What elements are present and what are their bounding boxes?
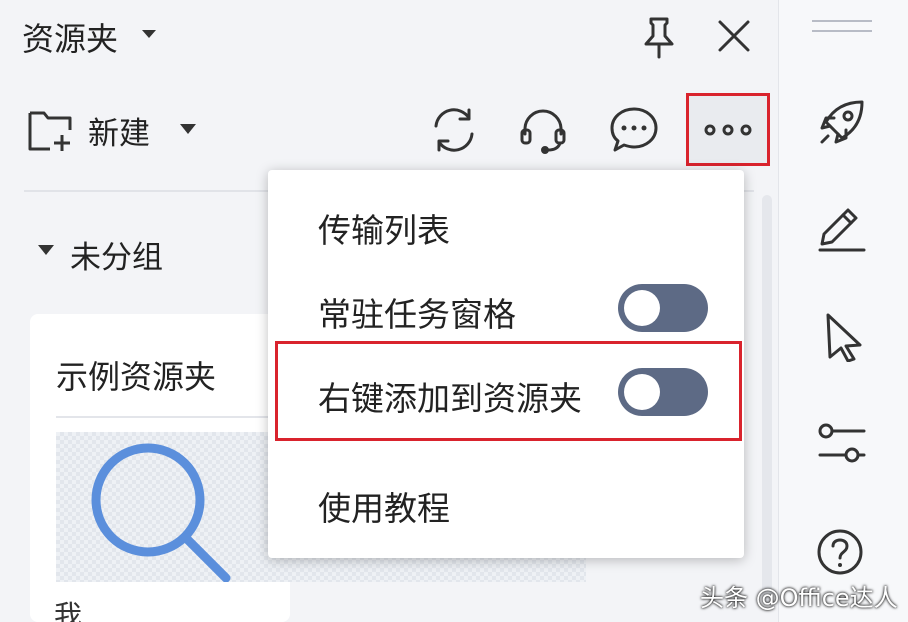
cursor-icon[interactable] [824,312,866,362]
title-dropdown-icon[interactable] [142,30,156,38]
chat-icon[interactable] [608,104,660,156]
panel-title: 资源夹 [22,20,119,58]
drag-handle[interactable] [812,20,872,32]
more-button[interactable] [686,93,770,166]
sliders-icon[interactable] [816,420,868,466]
search-icon [86,432,246,582]
highlight-box [275,341,742,441]
new-button[interactable]: 新建 [88,108,150,153]
group-label[interactable]: 未分组 [70,232,163,277]
more-icon[interactable] [699,116,757,144]
card-title: 示例资源夹 [56,358,217,396]
menu-item-tutorial[interactable]: 使用教程 [318,482,450,530]
pen-icon[interactable] [814,204,868,254]
help-icon[interactable] [816,528,864,576]
card-bottom-text: 我 [54,599,83,622]
group-collapse-icon[interactable] [38,245,54,255]
headset-icon[interactable] [518,104,568,156]
card-divider [56,416,276,418]
pin-icon[interactable] [636,14,682,60]
close-icon[interactable] [714,16,754,56]
new-dropdown-icon[interactable] [180,124,196,134]
refresh-icon[interactable] [428,104,480,156]
menu-item-transfer-list[interactable]: 传输列表 [318,204,450,252]
scrollbar[interactable] [762,195,772,605]
menu-item-pinned-pane[interactable]: 常驻任务窗格 [318,288,516,336]
toggle-knob [624,290,660,326]
rocket-icon[interactable] [816,96,868,148]
watermark: 头条 @Office达人 [700,584,898,612]
new-folder-icon[interactable] [26,105,76,155]
pinned-pane-toggle[interactable] [618,284,708,332]
